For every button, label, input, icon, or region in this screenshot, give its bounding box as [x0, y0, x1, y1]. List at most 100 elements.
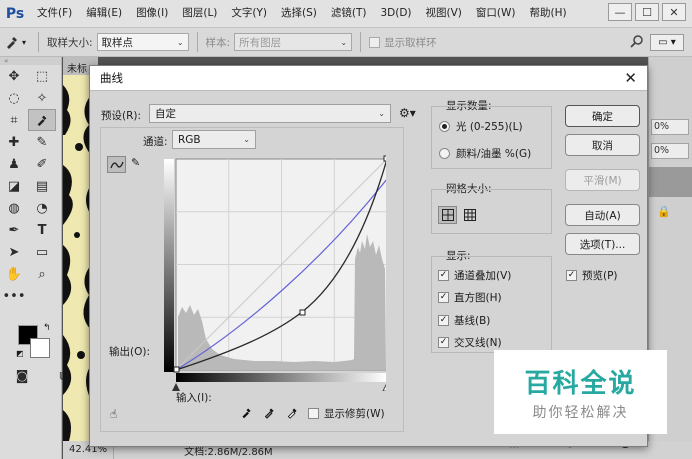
- white-point-slider[interactable]: [382, 383, 386, 391]
- curve-point-black[interactable]: [173, 366, 180, 373]
- curve-point-mid[interactable]: [299, 309, 306, 316]
- black-eyedropper-icon[interactable]: [240, 406, 253, 422]
- path-selection-tool-icon[interactable]: ➤: [0, 241, 28, 263]
- pigment-radio[interactable]: [439, 148, 450, 159]
- maximize-button[interactable]: ☐: [635, 3, 659, 21]
- output-gradient-bar: [164, 159, 174, 372]
- sample-size-select[interactable]: 取样点 ⌄: [96, 33, 189, 51]
- show-clipping-label: 显示修剪(W): [324, 408, 385, 420]
- light-option[interactable]: 光 (0-255)(L): [439, 119, 523, 134]
- sample-label: 样本:: [205, 36, 231, 49]
- blur-tool-icon[interactable]: ◍: [0, 197, 28, 219]
- grid-simple-icon[interactable]: [438, 206, 457, 224]
- curves-graph[interactable]: [164, 129, 386, 391]
- menu-file[interactable]: 文件(F): [30, 0, 79, 27]
- preset-options-gear-icon[interactable]: ⚙▾: [399, 106, 416, 120]
- white-eyedropper-icon[interactable]: [286, 406, 299, 422]
- menu-help[interactable]: 帮助(H): [523, 0, 574, 27]
- menu-layer[interactable]: 图层(L): [175, 0, 224, 27]
- layer-row[interactable]: [649, 167, 692, 197]
- preview-option[interactable]: ✓ 预览(P): [566, 268, 618, 283]
- swap-colors-icon[interactable]: ↰: [43, 323, 51, 333]
- grid-detailed-icon[interactable]: [460, 206, 479, 224]
- lasso-tool-icon[interactable]: ◌: [0, 87, 28, 109]
- menu-image[interactable]: 图像(I): [129, 0, 175, 27]
- hand-tool-icon[interactable]: ✋: [0, 263, 28, 285]
- menu-filter[interactable]: 滤镜(T): [324, 0, 374, 27]
- curve-point-white[interactable]: [383, 155, 386, 162]
- channel-overlay-label: 通道叠加(V): [454, 270, 512, 282]
- clone-stamp-tool-icon[interactable]: ♟: [0, 153, 28, 175]
- pen-tool-icon[interactable]: ✒: [0, 219, 28, 241]
- ok-button[interactable]: 确定: [565, 105, 640, 127]
- intersection-label: 交叉线(N): [454, 337, 502, 349]
- cancel-button[interactable]: 取消: [565, 134, 640, 156]
- histogram-checkbox[interactable]: ✓: [438, 292, 449, 303]
- photoshop-logo: Ps: [5, 5, 25, 22]
- smooth-button[interactable]: 平滑(M): [565, 169, 640, 191]
- dialog-titlebar[interactable]: 曲线 ✕: [90, 66, 647, 91]
- targeted-adjustment-icon[interactable]: ☝: [110, 407, 117, 421]
- fill-field[interactable]: 0%: [651, 143, 689, 159]
- close-window-button[interactable]: ✕: [662, 3, 686, 21]
- menu-3d[interactable]: 3D(D): [373, 0, 418, 27]
- pencil-icon[interactable]: ✎: [131, 156, 140, 169]
- menu-type[interactable]: 文字(Y): [224, 0, 274, 27]
- intersection-option[interactable]: ✓ 交叉线(N): [438, 335, 502, 350]
- menu-bar: Ps 文件(F) 编辑(E) 图像(I) 图层(L) 文字(Y) 选择(S) 滤…: [0, 0, 692, 27]
- menu-view[interactable]: 视图(V): [419, 0, 469, 27]
- crop-tool-icon[interactable]: ⌗: [0, 109, 28, 131]
- eyedropper-tool-icon[interactable]: ▾: [0, 34, 30, 50]
- history-brush-tool-icon[interactable]: ✐: [28, 153, 56, 175]
- background-color-swatch[interactable]: [30, 338, 50, 358]
- panel-collapse-icon[interactable]: «: [0, 57, 61, 65]
- menu-edit[interactable]: 编辑(E): [79, 0, 129, 27]
- light-radio[interactable]: [439, 121, 450, 132]
- watermark-subtitle: 助你轻松解决: [532, 404, 629, 421]
- channel-overlay-checkbox[interactable]: ✓: [438, 270, 449, 281]
- quick-mask-icon[interactable]: ◙: [8, 365, 36, 387]
- canvas-image: [63, 75, 91, 441]
- close-icon[interactable]: ✕: [624, 70, 637, 86]
- rectangle-tool-icon[interactable]: ▭: [28, 241, 56, 263]
- brush-tool-icon[interactable]: ✎: [28, 131, 56, 153]
- image-canvas[interactable]: [63, 75, 91, 441]
- pigment-option[interactable]: 颜料/油墨 %(G): [439, 146, 531, 161]
- eraser-tool-icon[interactable]: ◪: [0, 175, 28, 197]
- more-tools-icon[interactable]: •••: [0, 285, 28, 307]
- preset-value: 自定: [155, 108, 176, 120]
- eyedropper-tool-icon[interactable]: [28, 109, 56, 131]
- type-tool-icon[interactable]: T: [28, 219, 56, 241]
- dodge-tool-icon[interactable]: ◔: [28, 197, 56, 219]
- preview-checkbox[interactable]: ✓: [566, 270, 577, 281]
- histogram-option[interactable]: ✓ 直方图(H): [438, 290, 502, 305]
- light-label: 光 (0-255)(L): [456, 121, 523, 133]
- baseline-checkbox[interactable]: ✓: [438, 315, 449, 326]
- move-tool-icon[interactable]: ✥: [0, 65, 28, 87]
- intersection-checkbox[interactable]: ✓: [438, 337, 449, 348]
- menu-select[interactable]: 选择(S): [274, 0, 324, 27]
- curve-point-tool-icon[interactable]: [107, 156, 126, 173]
- gradient-tool-icon[interactable]: ▤: [28, 175, 56, 197]
- baseline-option[interactable]: ✓ 基线(B): [438, 313, 490, 328]
- gray-eyedropper-icon[interactable]: [263, 406, 276, 422]
- opacity-field[interactable]: 0%: [651, 119, 689, 135]
- show-clipping-checkbox[interactable]: [308, 408, 319, 419]
- show-clipping-option[interactable]: 显示修剪(W): [308, 406, 385, 421]
- auto-button[interactable]: 自动(A): [565, 204, 640, 226]
- healing-brush-tool-icon[interactable]: ✚: [0, 131, 28, 153]
- show-sampling-ring-checkbox[interactable]: [369, 36, 381, 48]
- chevron-down-icon: ⌄: [340, 37, 348, 47]
- sample-select[interactable]: 所有图层 ⌄: [234, 33, 353, 51]
- magic-wand-tool-icon[interactable]: ✧: [28, 87, 56, 109]
- workspace-switcher-icon[interactable]: ▭ ▾: [650, 34, 684, 51]
- zoom-tool-icon[interactable]: ⌕: [28, 263, 56, 285]
- channel-overlay-option[interactable]: ✓ 通道叠加(V): [438, 268, 511, 283]
- marquee-tool-icon[interactable]: ⬚: [28, 65, 56, 87]
- options-button[interactable]: 选项(T)...: [565, 233, 640, 255]
- menu-window[interactable]: 窗口(W): [469, 0, 523, 27]
- default-colors-icon[interactable]: ◩: [16, 349, 24, 358]
- search-icon[interactable]: [630, 34, 644, 52]
- preset-select[interactable]: 自定 ⌄: [149, 104, 391, 123]
- minimize-button[interactable]: —: [608, 3, 632, 21]
